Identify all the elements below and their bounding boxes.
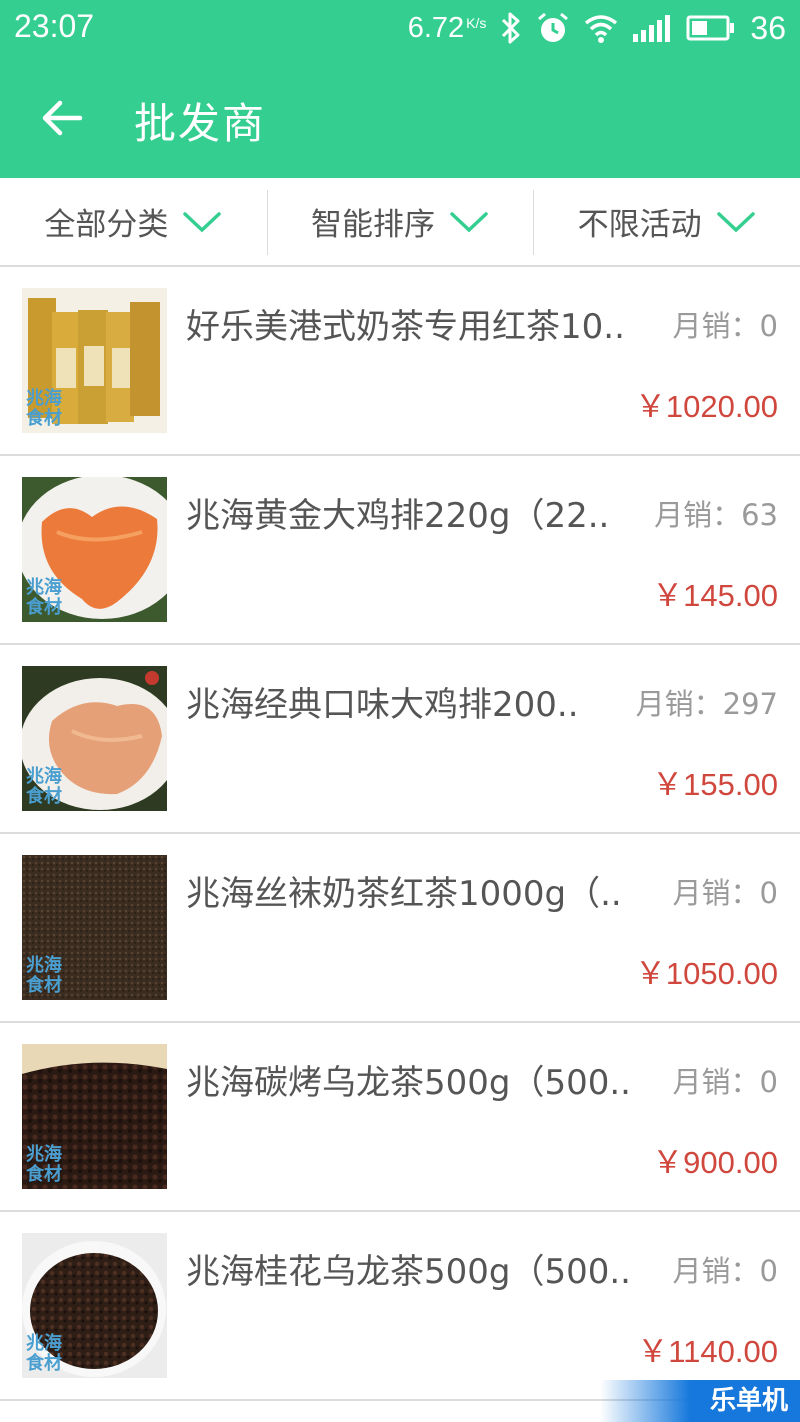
product-price: ￥1020.00: [634, 389, 778, 424]
net-speed-unit: K/s: [466, 14, 487, 31]
product-price: ￥1140.00: [637, 1334, 778, 1369]
watermark: 兆海 食材: [26, 1333, 62, 1374]
product-price: ￥145.00: [652, 578, 778, 613]
battery-icon: [686, 15, 735, 41]
product-list: 兆海 食材 好乐美港式奶茶专用红茶10.. 月销：0 ￥1020.00 兆海 食材 …: [0, 267, 800, 1401]
product-item[interactable]: 兆海 食材 好乐美港式奶茶专用红茶10.. 月销：0 ￥1020.00: [0, 267, 800, 456]
filter-category[interactable]: 全部分类: [0, 178, 267, 265]
battery-level: 36: [750, 9, 786, 46]
product-item[interactable]: 兆海 食材 兆海黄金大鸡排220g（22.. 月销：63 ￥145.00: [0, 456, 800, 645]
app-bar: 批发商: [0, 58, 800, 178]
product-name: 兆海黄金大鸡排220g（22..: [186, 496, 610, 536]
page-title: 批发商: [134, 99, 267, 148]
filter-category-label: 全部分类: [44, 207, 169, 243]
watermark: 兆海 食材: [26, 388, 62, 429]
back-arrow-icon[interactable]: [40, 96, 84, 140]
filter-sort[interactable]: 智能排序: [266, 178, 534, 265]
product-image: 兆海 食材: [22, 855, 167, 1000]
monthly-sales: 月销：0: [666, 1248, 778, 1290]
product-item[interactable]: 兆海 食材 兆海桂花乌龙茶500g（500.. 月销：0 ￥1140.00: [0, 1212, 800, 1401]
product-item[interactable]: 兆海 食材 兆海丝袜奶茶红茶1000g（.. 月销：0 ￥1050.00: [0, 834, 800, 1023]
monthly-sales: 月销：0: [666, 870, 778, 912]
monthly-sales: 月销：63: [648, 492, 778, 534]
filter-activity[interactable]: 不限活动: [533, 178, 800, 265]
filter-sort-label: 智能排序: [311, 207, 435, 243]
signal-icon: [633, 15, 671, 42]
product-image: 兆海 食材: [22, 1233, 167, 1378]
status-bar: 23:07 6.72 K/s 36: [0, 0, 800, 58]
monthly-sales: 月销：0: [666, 303, 778, 345]
product-price: ￥1050.00: [634, 956, 778, 991]
chevron-down-icon: [450, 211, 488, 232]
alarm-icon: [538, 12, 569, 42]
product-image: 兆海 食材: [22, 1044, 167, 1189]
product-name: 兆海桂花乌龙茶500g（500..: [186, 1252, 631, 1292]
product-image: 兆海 食材: [22, 288, 167, 433]
status-icons: 6.72 K/s 36: [408, 8, 786, 48]
status-time: 23:07: [14, 8, 95, 44]
product-price: ￥900.00: [652, 1145, 778, 1180]
net-speed: 6.72 K/s: [408, 12, 487, 45]
monthly-sales: 月销：0: [666, 1059, 778, 1101]
watermark: 兆海 食材: [26, 577, 62, 618]
product-item[interactable]: 兆海 食材 兆海碳烤乌龙茶500g（500.. 月销：0 ￥900.00: [0, 1023, 800, 1212]
product-name: 兆海碳烤乌龙茶500g（500..: [186, 1063, 631, 1103]
product-price: ￥155.00: [652, 767, 778, 802]
net-speed-value: 6.72: [407, 11, 465, 44]
product-image: 兆海 食材: [22, 666, 167, 811]
product-image: 兆海 食材: [22, 477, 167, 622]
filter-bar: 全部分类 智能排序 不限活动: [0, 178, 800, 267]
watermark: 兆海 食材: [26, 1144, 62, 1185]
monthly-sales: 月销：297: [629, 681, 778, 723]
product-name: 兆海丝袜奶茶红茶1000g（..: [186, 874, 622, 914]
wifi-icon: [585, 15, 618, 43]
watermark: 兆海 食材: [26, 766, 62, 807]
chevron-down-icon: [183, 211, 222, 232]
brand-logo: 乐单机: [600, 1380, 800, 1422]
bluetooth-icon: [502, 12, 520, 44]
watermark: 兆海 食材: [26, 955, 62, 996]
product-name: 好乐美港式奶茶专用红茶10..: [186, 307, 625, 347]
filter-activity-label: 不限活动: [577, 207, 702, 243]
product-name: 兆海经典口味大鸡排200..: [186, 685, 579, 725]
chevron-down-icon: [716, 211, 755, 232]
product-item[interactable]: 兆海 食材 兆海经典口味大鸡排200.. 月销：297 ￥155.00: [0, 645, 800, 834]
